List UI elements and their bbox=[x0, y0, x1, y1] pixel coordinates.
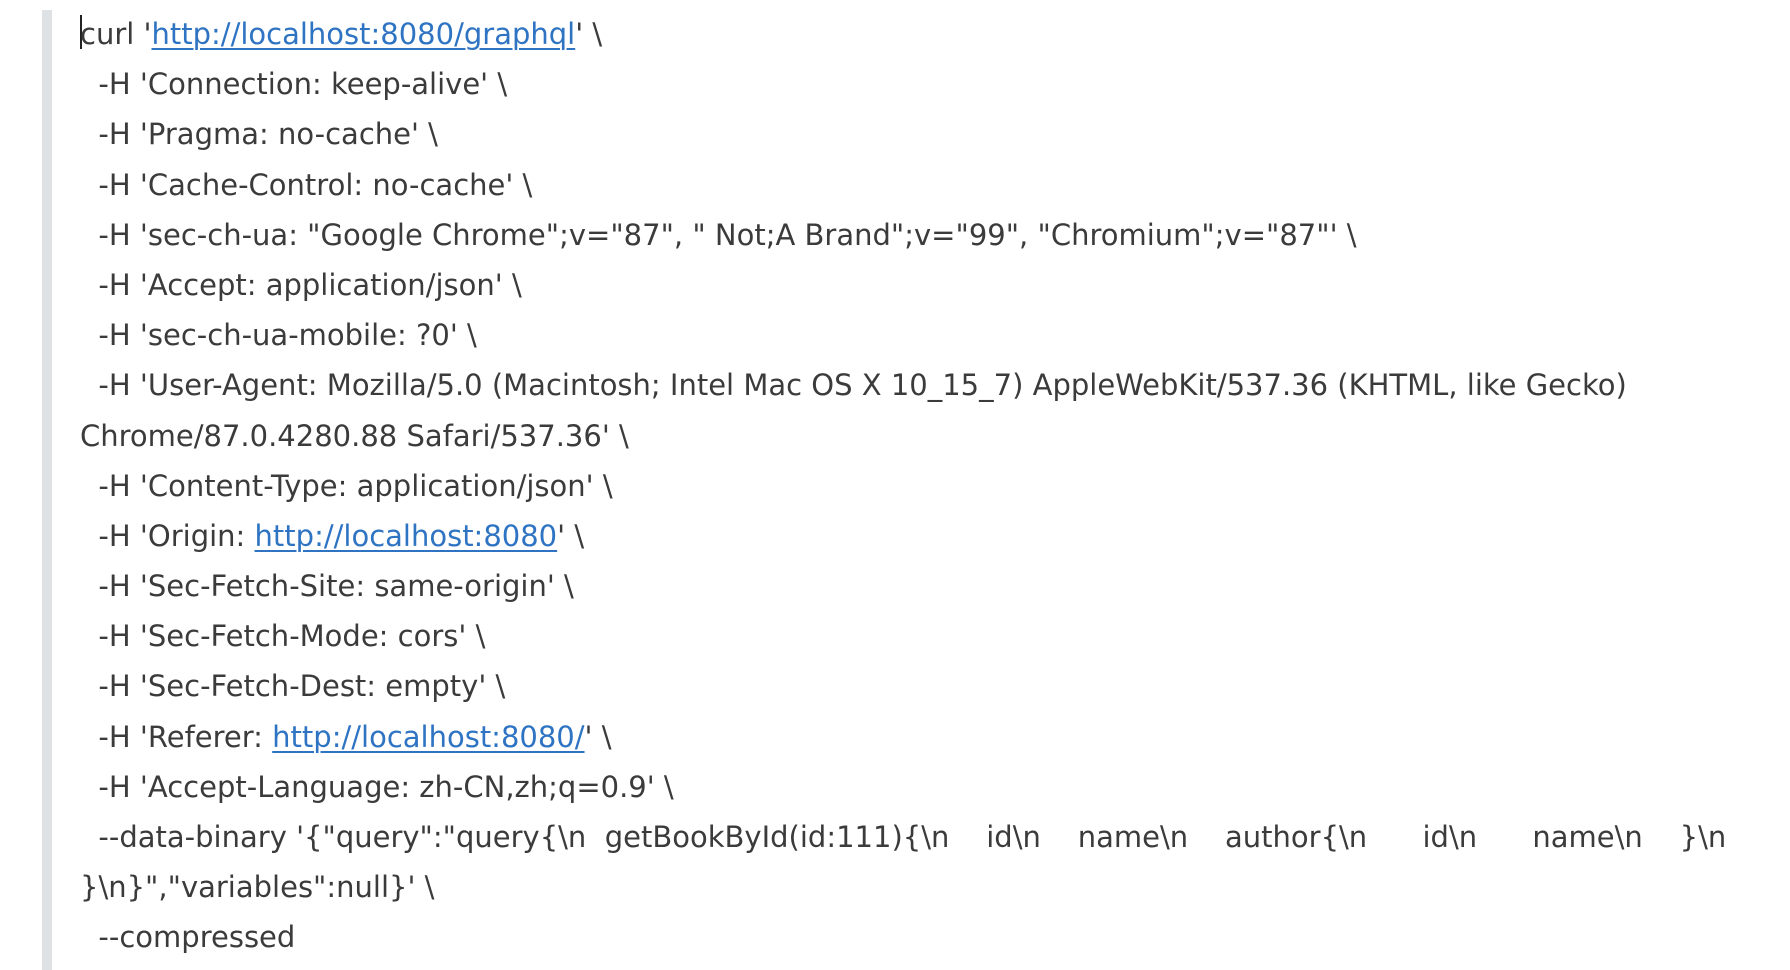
header-sec-fetch-dest: -H 'Sec-Fetch-Dest: empty' \ bbox=[80, 669, 506, 704]
header-sec-ch-ua: -H 'sec-ch-ua: "Google Chrome";v="87", "… bbox=[80, 217, 1357, 252]
origin-prefix: -H 'Origin: bbox=[80, 518, 255, 553]
header-cache-control: -H 'Cache-Control: no-cache' \ bbox=[80, 167, 533, 202]
header-sec-fetch-site: -H 'Sec-Fetch-Site: same-origin' \ bbox=[80, 569, 574, 604]
curl-command-suffix: ' \ bbox=[575, 17, 603, 51]
header-user-agent-second-line: Chrome/87.0.4280.88 Safari/537.36' \ bbox=[80, 418, 629, 453]
curl-command-text[interactable]: curl 'http://localhost:8080/graphql' \ -… bbox=[80, 9, 1730, 963]
header-accept: -H 'Accept: application/json' \ bbox=[80, 267, 522, 302]
compressed-flag: --compressed bbox=[80, 920, 296, 955]
data-binary-second-line: }\n}","variables":null}' \ bbox=[80, 870, 435, 905]
data-binary-first-line: --data-binary '{"query":"query{\n getBoo… bbox=[80, 820, 1727, 854]
header-pragma: -H 'Pragma: no-cache' \ bbox=[80, 117, 438, 152]
header-referer: -H 'Referer: http://localhost:8080/' \ bbox=[80, 712, 1730, 762]
header-sec-fetch-mode: -H 'Sec-Fetch-Mode: cors' \ bbox=[80, 619, 486, 654]
referer-prefix: -H 'Referer: bbox=[80, 719, 273, 754]
header-content-type: -H 'Content-Type: application/json' \ bbox=[80, 468, 613, 503]
header-sec-ch-ua-mobile: -H 'sec-ch-ua-mobile: ?0' \ bbox=[80, 318, 477, 353]
referer-suffix: ' \ bbox=[584, 719, 612, 754]
origin-url-link[interactable]: http://localhost:8080 bbox=[255, 519, 558, 553]
graphql-url-link[interactable]: http://localhost:8080/graphql bbox=[152, 17, 576, 51]
origin-suffix: ' \ bbox=[557, 518, 585, 553]
referer-url-link[interactable]: http://localhost:8080/ bbox=[272, 720, 584, 754]
header-user-agent-first-line: -H 'User-Agent: Mozilla/5.0 (Macintosh; … bbox=[80, 368, 1627, 403]
curl-line-url: curl 'http://localhost:8080/graphql' \ bbox=[80, 9, 1730, 59]
header-origin: -H 'Origin: http://localhost:8080' \ bbox=[80, 511, 1730, 561]
header-accept-language: -H 'Accept-Language: zh-CN,zh;q=0.9' \ bbox=[80, 769, 674, 804]
header-connection: -H 'Connection: keep-alive' \ bbox=[80, 67, 508, 102]
curl-command-prefix: curl ' bbox=[80, 17, 152, 51]
